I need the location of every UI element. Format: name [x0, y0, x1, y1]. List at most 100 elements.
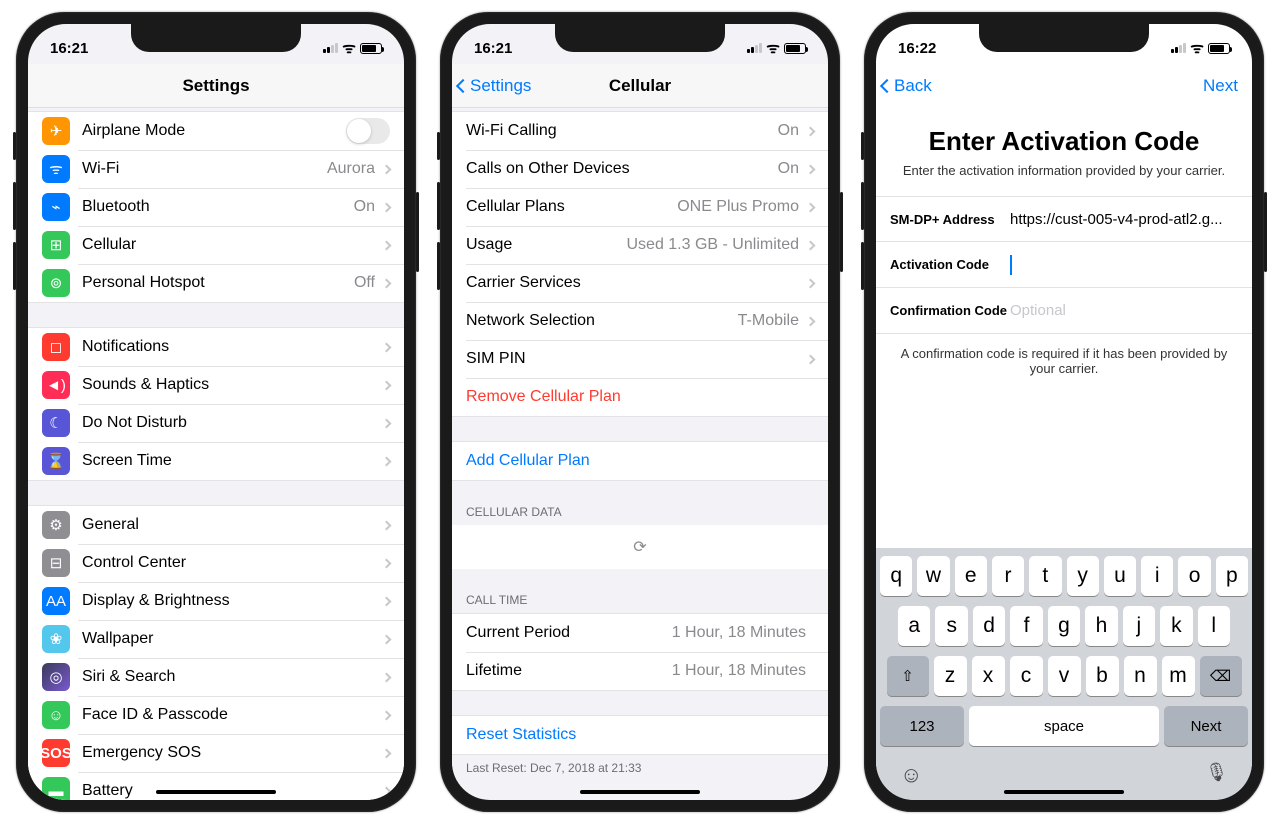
toggle[interactable]	[346, 118, 390, 144]
key-g[interactable]: g	[1048, 606, 1080, 646]
key-a[interactable]: a	[898, 606, 930, 646]
key-x[interactable]: x	[972, 656, 1005, 696]
field-value[interactable]: https://cust-005-v4-prod-atl2.g...	[1010, 211, 1238, 228]
home-indicator[interactable]	[156, 790, 276, 794]
row-label: Control Center	[82, 554, 383, 572]
phone-frame-3: 16:22 ᯤ Back Next Enter Activation Code …	[864, 12, 1264, 812]
form-field[interactable]: Activation Code	[876, 242, 1252, 288]
numbers-key[interactable]: 123	[880, 706, 964, 746]
cell-row[interactable]: Network SelectionT-Mobile	[452, 302, 828, 340]
key-e[interactable]: e	[955, 556, 987, 596]
settings-list[interactable]: ✈Airplane ModeᯤWi-FiAurora⌁BluetoothOn⊞C…	[28, 108, 404, 800]
chevron-right-icon	[806, 202, 816, 212]
key-s[interactable]: s	[935, 606, 967, 646]
key-d[interactable]: d	[973, 606, 1005, 646]
chevron-right-icon	[382, 418, 392, 428]
key-f[interactable]: f	[1010, 606, 1042, 646]
section-footer: Last Reset: Dec 7, 2018 at 21:33	[452, 755, 828, 781]
key-t[interactable]: t	[1029, 556, 1061, 596]
key-r[interactable]: r	[992, 556, 1024, 596]
cell-row[interactable]: SIM PIN	[452, 340, 828, 378]
loading-spinner: ⟳	[452, 525, 828, 569]
mic-key[interactable]: 🎙	[1205, 762, 1228, 788]
wifi-icon: ᯤ	[42, 155, 70, 183]
settings-row-siri[interactable]: ◎Siri & Search	[28, 658, 404, 696]
cell-row[interactable]: Carrier Services	[452, 264, 828, 302]
shift-key[interactable]: ⇧	[887, 656, 929, 696]
row-label: Airplane Mode	[82, 122, 346, 140]
key-m[interactable]: m	[1162, 656, 1195, 696]
key-h[interactable]: h	[1085, 606, 1117, 646]
cell-row[interactable]: Calls on Other DevicesOn	[452, 150, 828, 188]
key-o[interactable]: o	[1178, 556, 1210, 596]
settings-row-cell[interactable]: ⊞Cellular	[28, 226, 404, 264]
home-indicator[interactable]	[1004, 790, 1124, 794]
chevron-right-icon	[382, 278, 392, 288]
key-v[interactable]: v	[1048, 656, 1081, 696]
navbar: Settings Cellular	[452, 64, 828, 108]
backspace-key[interactable]: ⌫	[1200, 656, 1242, 696]
field-value[interactable]	[1010, 255, 1238, 275]
key-n[interactable]: n	[1124, 656, 1157, 696]
settings-row-sounds[interactable]: ◄)Sounds & Haptics	[28, 366, 404, 404]
cell-row[interactable]: Wi-Fi CallingOn	[452, 112, 828, 150]
next-button[interactable]: Next	[1203, 76, 1238, 96]
keyboard[interactable]: qwertyuiop asdfghjkl ⇧zxcvbnm⌫ 123spaceNext…	[876, 548, 1252, 800]
key-w[interactable]: w	[917, 556, 949, 596]
form-field[interactable]: Confirmation CodeOptional	[876, 288, 1252, 334]
key-z[interactable]: z	[934, 656, 967, 696]
key-u[interactable]: u	[1104, 556, 1136, 596]
key-q[interactable]: q	[880, 556, 912, 596]
settings-row-batt[interactable]: ▬Battery	[28, 772, 404, 800]
key-c[interactable]: c	[1010, 656, 1043, 696]
settings-row-sos[interactable]: SOSEmergency SOS	[28, 734, 404, 772]
settings-row-screen[interactable]: ⌛Screen Time	[28, 442, 404, 480]
key-j[interactable]: j	[1123, 606, 1155, 646]
row-label: Wallpaper	[82, 630, 383, 648]
back-button[interactable]: Settings	[458, 76, 531, 96]
settings-row-hotspot[interactable]: ⊚Personal HotspotOff	[28, 264, 404, 302]
key-b[interactable]: b	[1086, 656, 1119, 696]
return-key[interactable]: Next	[1164, 706, 1248, 746]
settings-row-display[interactable]: AADisplay & Brightness	[28, 582, 404, 620]
row-label: General	[82, 516, 383, 534]
status-time: 16:21	[474, 40, 512, 57]
settings-row-faceid[interactable]: ☺Face ID & Passcode	[28, 696, 404, 734]
bt-icon: ⌁	[42, 193, 70, 221]
home-indicator[interactable]	[580, 790, 700, 794]
cell-row[interactable]: Cellular PlansONE Plus Promo	[452, 188, 828, 226]
field-value[interactable]: Optional	[1010, 302, 1238, 319]
cell-row[interactable]: Lifetime1 Hour, 18 Minutes	[452, 652, 828, 690]
status-time: 16:21	[50, 40, 88, 57]
cell-row[interactable]: Add Cellular Plan	[452, 442, 828, 480]
cell-row[interactable]: Reset Statistics	[452, 716, 828, 754]
key-p[interactable]: p	[1216, 556, 1248, 596]
settings-row-cc[interactable]: ⊟Control Center	[28, 544, 404, 582]
navbar: Settings	[28, 64, 404, 108]
form-field[interactable]: SM-DP+ Addresshttps://cust-005-v4-prod-a…	[876, 196, 1252, 242]
cellular-list[interactable]: Wi-Fi CallingOnCalls on Other DevicesOnC…	[452, 108, 828, 800]
key-l[interactable]: l	[1198, 606, 1230, 646]
page-title: Cellular	[609, 76, 671, 96]
phone-frame-2: 16:21 ᯤ Settings Cellular Wi-Fi CallingO…	[440, 12, 840, 812]
key-y[interactable]: y	[1067, 556, 1099, 596]
settings-row-bt[interactable]: ⌁BluetoothOn	[28, 188, 404, 226]
hotspot-icon: ⊚	[42, 269, 70, 297]
settings-row-notif[interactable]: ◻Notifications	[28, 328, 404, 366]
emoji-key[interactable]: ☺	[900, 762, 922, 788]
settings-row-wifi[interactable]: ᯤWi-FiAurora	[28, 150, 404, 188]
cell-row[interactable]: Current Period1 Hour, 18 Minutes	[452, 614, 828, 652]
settings-row-general[interactable]: ⚙General	[28, 506, 404, 544]
settings-row-wall[interactable]: ❀Wallpaper	[28, 620, 404, 658]
space-key[interactable]: space	[969, 706, 1159, 746]
cell-row[interactable]: UsageUsed 1.3 GB - Unlimited	[452, 226, 828, 264]
settings-row-dnd[interactable]: ☾Do Not Disturb	[28, 404, 404, 442]
key-i[interactable]: i	[1141, 556, 1173, 596]
wifi-icon: ᯤ	[766, 38, 780, 58]
back-button[interactable]: Back	[882, 76, 932, 96]
siri-icon: ◎	[42, 663, 70, 691]
key-k[interactable]: k	[1160, 606, 1192, 646]
chevron-right-icon	[382, 202, 392, 212]
battery-icon	[784, 43, 806, 54]
cell-row[interactable]: Remove Cellular Plan	[452, 378, 828, 416]
